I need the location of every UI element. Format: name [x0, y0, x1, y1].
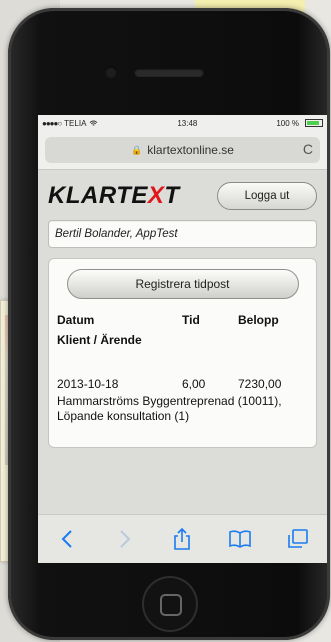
battery-percent: 100 %: [276, 118, 299, 128]
table-header: Datum Tid Belopp: [57, 313, 308, 327]
reload-icon[interactable]: C: [303, 141, 313, 157]
wifi-icon: [90, 119, 98, 126]
browser-toolbar: [38, 514, 327, 563]
user-name-field: Bertil Bolander, AppTest: [48, 220, 317, 248]
table-row[interactable]: 2013-10-18 6,00 7230,00 Hammarströms Byg…: [57, 377, 308, 424]
register-time-entry-button[interactable]: Registrera tidpost: [66, 269, 299, 299]
carrier-label: TELIA: [64, 118, 87, 128]
home-button[interactable]: [142, 576, 198, 632]
phone-screen: ●●●●○ TELIA 13:48 100 % 🔒 klartextonline…: [38, 115, 327, 563]
back-icon[interactable]: [55, 527, 79, 551]
column-date: Datum: [57, 313, 95, 327]
column-client-matter: Klient / Ärende: [57, 333, 142, 347]
clock: 13:48: [177, 118, 198, 128]
forward-icon[interactable]: [113, 527, 137, 551]
entry-date: 2013-10-18: [57, 377, 119, 391]
logout-button[interactable]: Logga ut: [217, 182, 317, 210]
lock-icon: 🔒: [131, 144, 143, 155]
column-time: Tid: [182, 313, 200, 327]
entry-description: Hammarströms Byggentreprenad (10011), Lö…: [57, 394, 282, 423]
time-entries-card: Registrera tidpost Datum Tid Belopp Klie…: [48, 258, 317, 448]
share-icon[interactable]: [170, 527, 194, 551]
browser-address-bar: 🔒 klartextonline.se C: [38, 131, 327, 170]
battery-icon: [305, 119, 323, 127]
page-content: KLARTEXT Logga ut Bertil Bolander, AppTe…: [38, 170, 327, 448]
signal-icon: ●●●●○: [42, 118, 62, 128]
earpiece-speaker: [134, 68, 204, 77]
status-bar: ●●●●○ TELIA 13:48 100 %: [38, 115, 327, 131]
klartext-logo: KLARTEXT: [48, 182, 180, 209]
brand-row: KLARTEXT Logga ut: [48, 178, 317, 214]
tabs-icon[interactable]: [286, 527, 310, 551]
url-field[interactable]: 🔒 klartextonline.se: [45, 137, 320, 163]
bookmarks-icon[interactable]: [228, 527, 252, 551]
entry-time: 6,00: [182, 377, 206, 391]
phone-device: ●●●●○ TELIA 13:48 100 % 🔒 klartextonline…: [8, 8, 330, 640]
column-amount: Belopp: [238, 313, 279, 327]
entry-amount: 7230,00: [238, 377, 282, 391]
url-text: klartextonline.se: [147, 143, 234, 157]
front-camera: [105, 66, 117, 78]
